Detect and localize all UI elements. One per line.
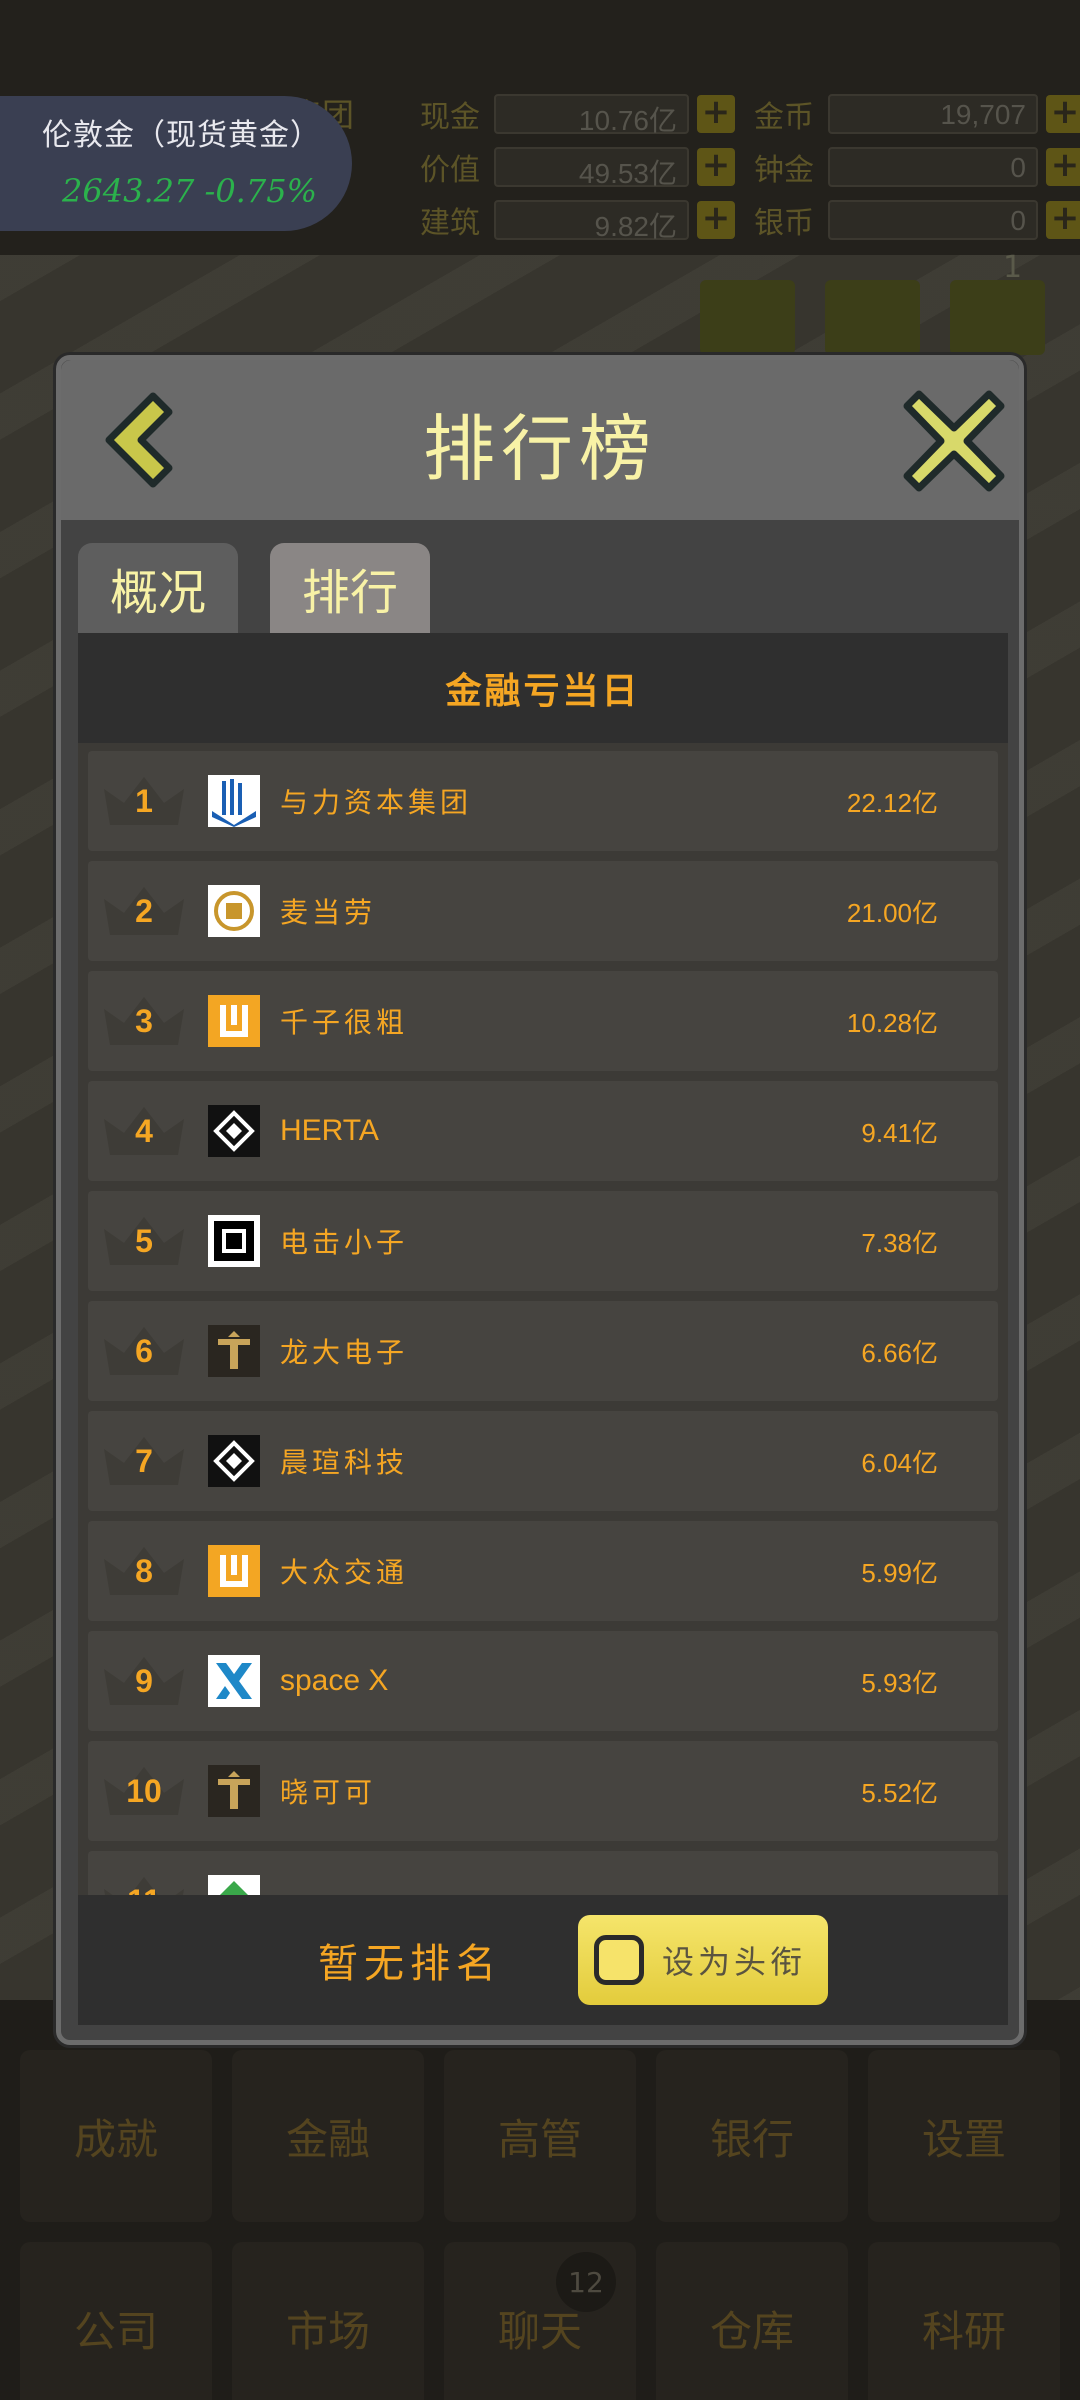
company-value: 10.28亿 [846, 1007, 938, 1038]
set-as-title-button[interactable]: 设为头衔 [578, 1915, 828, 2005]
company-name: 大众交通 [280, 1556, 409, 1589]
blue-x-logo-icon [208, 1655, 260, 1707]
company-value: 7.38亿 [861, 1227, 938, 1258]
my-rank-status: 暂无排名 [318, 1941, 502, 1987]
rank-number: 5 [135, 1222, 153, 1259]
gold-emblem-logo-icon [208, 885, 260, 937]
tab-overview[interactable]: 概况 [78, 543, 238, 633]
company-name: 千子很粗 [280, 1006, 409, 1039]
resource-silver: 银币 0 + [754, 198, 1080, 242]
set-as-title-checkbox[interactable] [594, 1935, 644, 1985]
chat-unread-badge: 12 [556, 2252, 616, 2312]
company-name: 晨瑄科技 [280, 1446, 409, 1479]
resource-coins: 金币 19,707 + [754, 92, 1080, 136]
add-value-button[interactable]: + [697, 148, 735, 186]
add-cash-button[interactable]: + [697, 95, 735, 133]
company-name: space X [280, 1664, 389, 1697]
resource-gold: 钟金 0 + [754, 145, 1080, 189]
gold-t-logo-icon [208, 1765, 260, 1817]
gold-ticker-title: 伦敦金（现货黄金） [42, 118, 321, 153]
company-name: 龙大电子 [280, 1336, 409, 1369]
map-icon[interactable] [950, 280, 1045, 355]
add-gold-button[interactable]: + [1046, 148, 1080, 186]
resource-cash: 现金 10.76亿 + [420, 92, 735, 136]
blue-columns-logo-icon [208, 775, 260, 827]
company-value: 5.93亿 [861, 1667, 938, 1698]
resource-value: 价值 49.53亿 + [420, 145, 735, 189]
ranking-row[interactable]: 6 龙大电子 6.66亿 [88, 1301, 998, 1401]
company-name: 电击小子 [280, 1226, 409, 1259]
set-as-title-label: 设为头衔 [662, 1943, 807, 1981]
ranking-row[interactable]: 9 space X 5.93亿 [88, 1631, 998, 1731]
ranking-row[interactable]: 1 与力资本集团 22.12亿 [88, 751, 998, 851]
add-coins-button[interactable]: + [1046, 95, 1080, 133]
company-value: 5.52亿 [861, 1777, 938, 1808]
nav-chat[interactable]: 聊天 12 [444, 2242, 636, 2400]
ranking-panel: 金融亏当日 1 与力资本集团 22.12亿 2 麦当劳 21.00亿 3 千子很… [78, 633, 1008, 2025]
ranking-row[interactable]: 10 晓可可 5.52亿 [88, 1741, 998, 1841]
top-action-icons [700, 280, 1045, 355]
nav-achievements[interactable]: 成就 [20, 2050, 212, 2222]
rank-number: 2 [135, 892, 153, 929]
tab-ranking[interactable]: 排行 [270, 543, 430, 633]
company-value: 5.99亿 [861, 1557, 938, 1588]
company-name: 麦当劳 [280, 896, 377, 929]
rank-number: 11 [88, 1851, 200, 1897]
nav-settings[interactable]: 设置 [868, 2050, 1060, 2222]
company-value: 21.00亿 [846, 897, 938, 928]
company-value: 6.04亿 [861, 1447, 938, 1478]
orange-u-logo-icon [208, 1545, 260, 1597]
close-button[interactable] [899, 386, 1009, 496]
company-name: 与力资本集团 [280, 786, 473, 819]
add-silver-button[interactable]: + [1046, 201, 1080, 239]
rank-number: 3 [135, 1002, 153, 1039]
resource-buildings: 建筑 9.82亿 + [420, 198, 735, 242]
modal-tabs: 概况 排行 [78, 543, 430, 633]
mail-icon[interactable] [700, 280, 795, 355]
diamond-logo-icon [208, 1435, 260, 1487]
rank-number: 1 [135, 782, 153, 819]
company-value: 9.41亿 [861, 1117, 938, 1148]
ranking-footer: 暂无排名 设为头衔 [78, 1895, 1008, 2025]
rank-number: 10 [126, 1772, 162, 1809]
rank-number: 7 [135, 1442, 153, 1479]
gold-t-logo-icon [208, 1325, 260, 1377]
ranking-modal: 排行榜 概况 排行 金融亏当日 1 与力资本集团 22.12亿 2 麦当劳 21… [56, 355, 1024, 2045]
gold-ticker-value: 2643.27 -0.75% [62, 172, 317, 210]
nav-finance[interactable]: 金融 [232, 2050, 424, 2222]
nav-market[interactable]: 市场 [232, 2242, 424, 2400]
megaphone-icon[interactable] [825, 280, 920, 355]
nav-executives[interactable]: 高管 [444, 2050, 636, 2222]
add-buildings-button[interactable]: + [697, 201, 735, 239]
company-name: 晓可可 [280, 1776, 377, 1809]
map-badge: 1 [1003, 250, 1023, 285]
nav-bank[interactable]: 银行 [656, 2050, 848, 2222]
ranking-row[interactable]: 11 [88, 1851, 998, 1896]
company-value: 6.66亿 [861, 1337, 938, 1368]
close-icon [903, 390, 1005, 492]
rank-number: 9 [135, 1662, 153, 1699]
green-logo-icon [208, 1875, 260, 1896]
ranking-row[interactable]: 2 麦当劳 21.00亿 [88, 861, 998, 961]
ranking-row[interactable]: 4 HERTA 9.41亿 [88, 1081, 998, 1181]
bottom-nav: 成就 金融 高管 银行 设置 公司 市场 聊天 12 仓库 科研 [20, 2050, 1060, 2400]
nav-company[interactable]: 公司 [20, 2242, 212, 2400]
rank-number: 8 [135, 1552, 153, 1589]
ranking-row[interactable]: 3 千子很粗 10.28亿 [88, 971, 998, 1071]
ranking-row[interactable]: 5 电击小子 7.38亿 [88, 1191, 998, 1291]
nav-warehouse[interactable]: 仓库 [656, 2242, 848, 2400]
modal-title: 排行榜 [422, 407, 657, 491]
rank-number: 4 [135, 1112, 153, 1149]
company-value: 22.12亿 [846, 787, 938, 818]
ranking-row[interactable]: 7 晨瑄科技 6.04亿 [88, 1411, 998, 1511]
company-name: HERTA [280, 1114, 379, 1147]
orange-u-logo-icon [208, 995, 260, 1047]
ranking-list[interactable]: 1 与力资本集团 22.12亿 2 麦当劳 21.00亿 3 千子很粗 10.2… [88, 751, 998, 1896]
black-square-logo-icon [208, 1215, 260, 1267]
nav-research[interactable]: 科研 [868, 2242, 1060, 2400]
ranking-category-title: 金融亏当日 [78, 633, 1008, 743]
rank-number: 6 [135, 1332, 153, 1369]
diamond-logo-icon [208, 1105, 260, 1157]
ranking-row[interactable]: 8 大众交通 5.99亿 [88, 1521, 998, 1621]
